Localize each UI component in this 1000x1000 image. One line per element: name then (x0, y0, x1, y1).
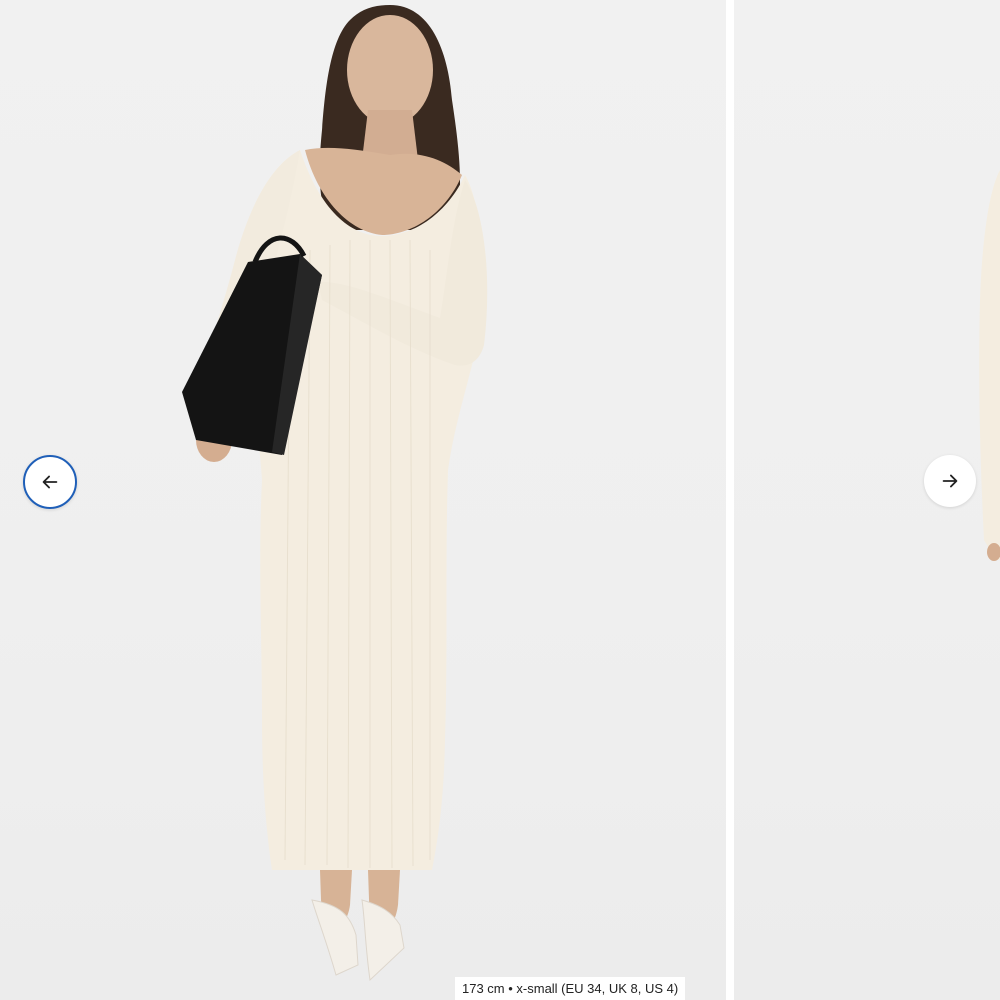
model-photo (182, 5, 488, 982)
product-image-current (0, 0, 726, 1000)
arrow-right-icon (942, 474, 958, 488)
next-image-button[interactable] (924, 455, 976, 507)
previous-image-button[interactable] (23, 455, 77, 509)
arrow-left-icon (42, 475, 58, 489)
model-size-caption: 173 cm • x-small (EU 34, UK 8, US 4) (455, 977, 686, 1000)
product-image-gallery: 173 cm • x-small (EU 34, UK 8, US 4) (0, 0, 1000, 1000)
